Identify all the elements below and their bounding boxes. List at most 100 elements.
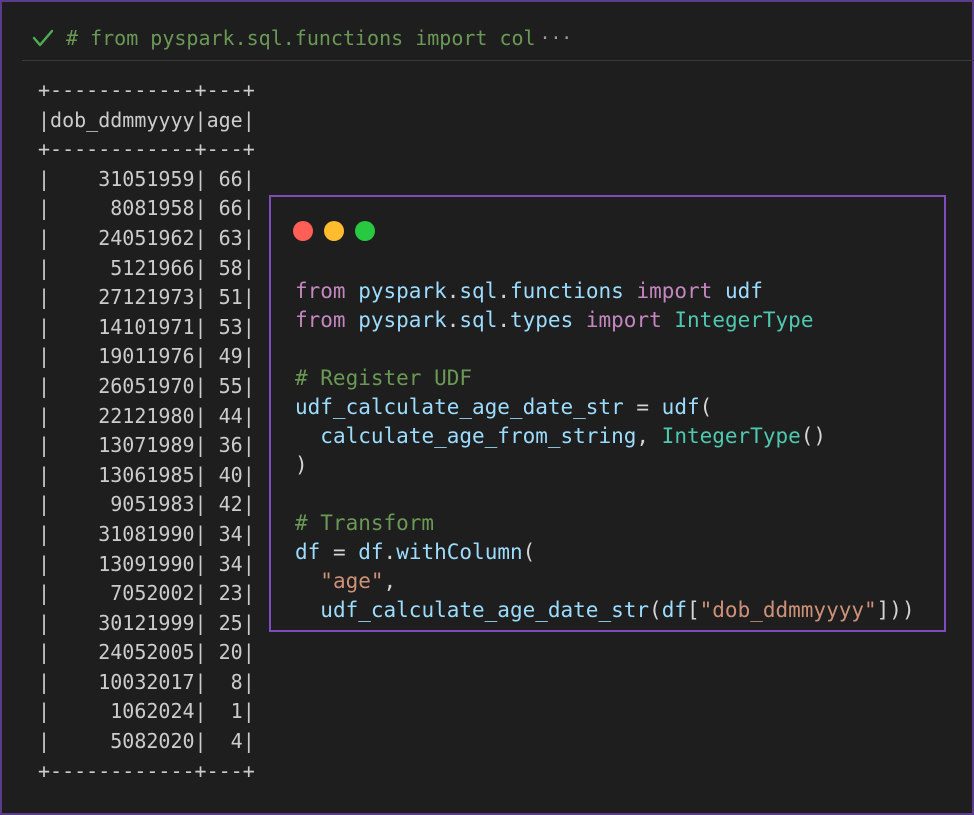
code-line: udf_calculate_age_date_str(df["dob_ddmmy…	[295, 596, 915, 625]
age-cell: 49	[206, 344, 243, 369]
dob-cell: 27121973	[50, 285, 195, 310]
code-token: .	[383, 540, 397, 564]
code-token: df	[295, 540, 321, 564]
code-token: calculate_age_from_string	[320, 424, 637, 448]
code-token: ,	[636, 424, 662, 448]
code-line: from pyspark.sql.functions import udf	[295, 277, 915, 306]
table-row: | 14101971| 53|	[38, 314, 255, 339]
age-cell: 4	[206, 729, 243, 754]
code-line: udf_calculate_age_date_str = udf(	[295, 393, 915, 422]
age-cell: 66	[206, 196, 243, 221]
dob-cell: 13061985	[50, 462, 195, 487]
table-row: | 24051962| 63|	[38, 225, 255, 250]
code-token: "dob_ddmmyyyy"	[699, 598, 877, 622]
code-line: calculate_age_from_string, IntegerType()	[295, 422, 915, 451]
code-token: # Register UDF	[295, 366, 473, 390]
code-token: import	[585, 308, 662, 332]
code-snippet-window: from pyspark.sql.functions import udf fro…	[269, 195, 946, 632]
dob-cell: 24052005	[50, 640, 195, 665]
table-row: | 13071989| 36|	[38, 433, 255, 458]
cell-header[interactable]: # from pyspark.sql.functions import col …	[22, 16, 974, 61]
table-rows: | 31051959| 66| | 8081958| 66| | 24051962|…	[38, 165, 255, 757]
code-token: ]))	[876, 598, 915, 622]
age-cell: 58	[206, 255, 243, 280]
age-cell: 63	[206, 225, 243, 250]
code-token: .	[446, 279, 460, 303]
age-cell: 66	[206, 166, 243, 191]
age-cell: 55	[206, 373, 243, 398]
age-cell: 51	[206, 285, 243, 310]
code-line: # Register UDF	[295, 364, 915, 393]
table-row: | 22121980| 44|	[38, 403, 255, 428]
age-cell: 53	[206, 314, 243, 339]
code-token: .	[446, 308, 460, 332]
age-cell: 44	[206, 403, 243, 428]
code-token: udf_calculate_age_date_str	[320, 598, 650, 622]
age-cell: 8	[206, 669, 243, 694]
dob-cell: 10032017	[50, 669, 195, 694]
cell-output: +------------+---+ |dob_ddmmyyyy|age| +-…	[38, 76, 255, 786]
code-token: udf	[661, 395, 700, 419]
code-token: functions	[510, 279, 624, 303]
code-line: from pyspark.sql.types import IntegerTyp…	[295, 306, 915, 335]
code-block: from pyspark.sql.functions import udf fro…	[295, 277, 915, 625]
close-dot-icon	[293, 221, 313, 241]
code-token: from	[295, 308, 346, 332]
table-row: | 31081990| 34|	[38, 521, 255, 546]
dob-cell: 13071989	[50, 433, 195, 458]
table-row: | 8081958| 66|	[38, 196, 255, 221]
dob-cell: 31051959	[50, 166, 195, 191]
more-icon[interactable]: ···	[540, 28, 573, 49]
table-header-row: |dob_ddmmyyyy|age|	[38, 107, 255, 132]
code-token: udf_calculate_age_date_str	[295, 395, 624, 419]
age-cell: 40	[206, 462, 243, 487]
age-cell: 25	[206, 610, 243, 635]
code-token: =	[320, 540, 359, 564]
code-token: (	[649, 598, 662, 622]
table-row: | 1062024| 1|	[38, 699, 255, 724]
code-token: .	[497, 279, 510, 303]
code-token: from	[295, 279, 346, 303]
dob-cell: 13091990	[50, 551, 195, 576]
age-cell: 1	[206, 699, 243, 724]
code-token: ()	[800, 424, 827, 448]
age-cell: 20	[206, 640, 243, 665]
age-cell: 23	[206, 581, 243, 606]
age-cell: 42	[206, 492, 243, 517]
dob-cell: 1062024	[50, 699, 195, 724]
table-row: | 19011976| 49|	[38, 344, 255, 369]
table-row: | 9051983| 42|	[38, 492, 255, 517]
code-token: # Transform	[295, 511, 435, 535]
table-border-bottom: +------------+---+	[38, 758, 255, 783]
code-token: sql	[459, 279, 498, 303]
code-token: .	[497, 308, 510, 332]
dob-cell: 9051983	[50, 492, 195, 517]
code-line: # Transform	[295, 509, 915, 538]
table-row: | 10032017| 8|	[38, 669, 255, 694]
table-row: | 24052005| 20|	[38, 640, 255, 665]
table-row: | 13091990| 34|	[38, 551, 255, 576]
check-icon	[32, 27, 54, 49]
code-token: pyspark	[358, 308, 447, 332]
code-token: "age"	[320, 569, 384, 593]
code-line: "age",	[295, 567, 915, 596]
code-token: udf	[724, 279, 763, 303]
code-token: withColumn	[396, 540, 523, 564]
code-token: IntegerType	[661, 424, 801, 448]
table-border-mid: +------------+---+	[38, 137, 255, 162]
dob-cell: 24051962	[50, 225, 195, 250]
code-token: types	[510, 308, 574, 332]
age-cell: 36	[206, 433, 243, 458]
code-line: )	[295, 451, 915, 480]
cell-code-preview[interactable]: # from pyspark.sql.functions import col	[66, 26, 536, 50]
code-token: pyspark	[358, 279, 447, 303]
code-line: df = df.withColumn(	[295, 538, 915, 567]
maximize-dot-icon	[355, 221, 375, 241]
table-row: | 31051959| 66|	[38, 166, 255, 191]
